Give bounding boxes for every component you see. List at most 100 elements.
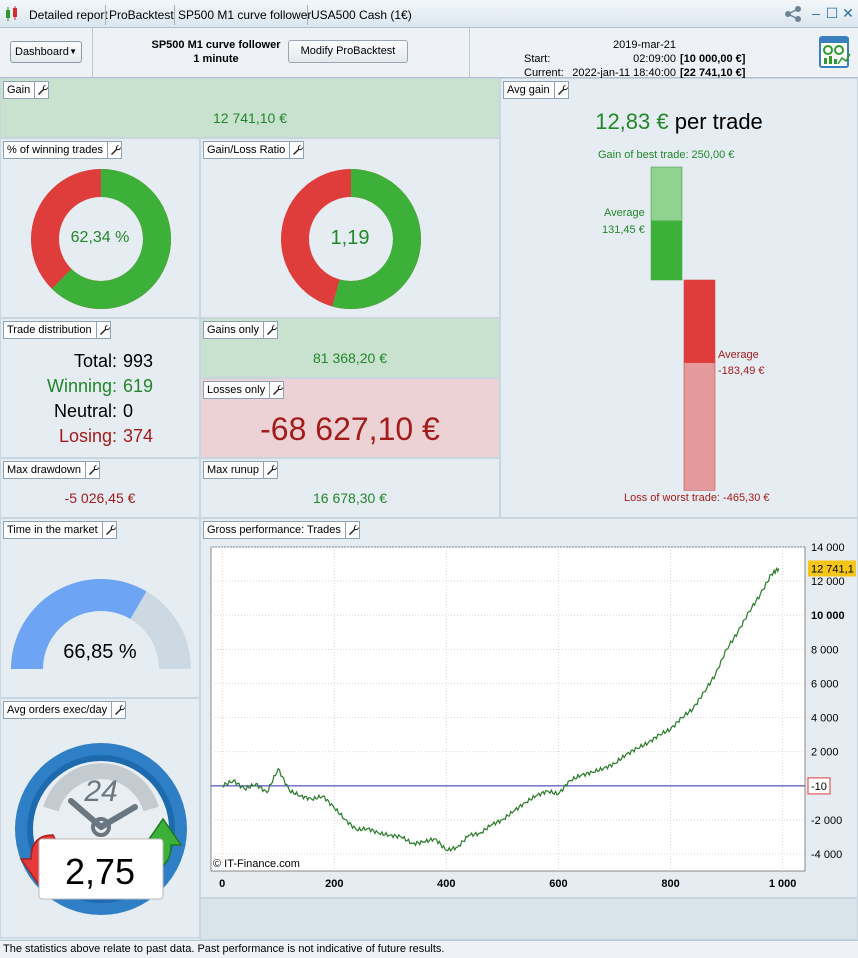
- gross-performance-panel: Gross performance: Trades 14 000 12 000 10…: [200, 518, 858, 898]
- gain-panel: Gain 12 741,10 €: [0, 78, 500, 138]
- time-in-market-value: 66,85 %: [63, 641, 137, 663]
- strategy-timeframe: 1 minute: [193, 53, 239, 65]
- losses-only-title: Losses only: [207, 384, 266, 396]
- losing-row: Losing: 374: [1, 424, 199, 449]
- panel-title: Losses only: [203, 381, 285, 399]
- disclaimer-footer: The statistics above relate to past data…: [0, 940, 858, 958]
- avg-orders-panel: Avg orders exec/day 24 2,75: [0, 698, 200, 938]
- modify-probacktest-button[interactable]: Modify ProBacktest: [288, 40, 408, 63]
- dashboard-label: Dashboard: [15, 46, 69, 58]
- wrench-icon[interactable]: [262, 462, 277, 478]
- divider: [469, 28, 470, 78]
- panel-title: Gains only: [203, 321, 278, 339]
- y-tick-label: 4 000: [811, 713, 839, 725]
- wrench-icon[interactable]: [34, 82, 49, 98]
- panel-title: Avg orders exec/day: [3, 701, 127, 719]
- share-icon[interactable]: [783, 5, 803, 23]
- winning-label: Winning:: [46, 376, 117, 396]
- gains-only-value: 81 368,20 €: [313, 350, 387, 366]
- y-tick-label: 10 000: [811, 610, 845, 622]
- neutral-row: Neutral: 0: [1, 399, 199, 424]
- start-capital: [10 000,00 €]: [680, 53, 746, 65]
- time-in-market-gauge: [11, 579, 191, 669]
- max-runup-value: 16 678,30 €: [313, 490, 387, 506]
- winning-trades-panel: % of winning trades 62,34 %: [0, 138, 200, 318]
- x-tick-label: 600: [549, 878, 567, 890]
- winning-trades-title: % of winning trades: [7, 144, 103, 156]
- tab-detailed-report[interactable]: Detailed report: [26, 5, 111, 25]
- panel-title: Max drawdown: [3, 461, 100, 479]
- neutral-value: 0: [123, 401, 134, 421]
- panel-title: Max runup: [203, 461, 278, 479]
- winning-row: Winning: 619: [1, 374, 199, 399]
- maximize-icon[interactable]: ☐: [825, 4, 839, 22]
- wrench-icon[interactable]: [107, 142, 122, 158]
- y-tick-label: 6 000: [811, 678, 839, 690]
- trade-distribution-title: Trade distribution: [7, 324, 92, 336]
- plot-area: [210, 546, 806, 872]
- time-in-market-panel: Time in the market 66,85 %: [0, 518, 200, 698]
- clock-hours-label: 24: [84, 775, 118, 808]
- wrench-icon[interactable]: [289, 142, 304, 158]
- max-runup-title: Max runup: [207, 464, 259, 476]
- neutral-label: Neutral:: [53, 401, 117, 421]
- y-tick-label: 8 000: [811, 644, 839, 656]
- losing-label: Losing:: [58, 426, 117, 446]
- x-tick-label: 1 000: [769, 878, 797, 890]
- gain-value: 12 741,10 €: [213, 110, 287, 126]
- y-tick-label: -2 000: [811, 815, 842, 827]
- last-value-tag: 12 741,1: [811, 563, 854, 575]
- y-tick-label: -4 000: [811, 849, 842, 861]
- divider: [92, 28, 93, 78]
- tab-strategy[interactable]: SP500 M1 curve follower: [174, 5, 314, 25]
- total-label: Total:: [73, 351, 117, 371]
- y-tick-label: 14 000: [811, 542, 845, 554]
- panel-title: % of winning trades: [3, 141, 122, 159]
- losses-only-panel: Losses only -68 627,10 €: [200, 378, 500, 458]
- panel-title: Gain: [3, 81, 50, 99]
- y-tick-label: 12 000: [811, 576, 845, 588]
- wrench-icon[interactable]: [84, 462, 99, 478]
- max-drawdown-title: Max drawdown: [7, 464, 81, 476]
- trade-distribution-panel: Trade distribution Total: 993 Winning: 619…: [0, 318, 200, 458]
- x-tick-label: 200: [325, 878, 343, 890]
- start-label: Start:: [524, 53, 551, 65]
- minimize-icon[interactable]: –: [809, 4, 823, 22]
- avg-orders-title: Avg orders exec/day: [7, 704, 108, 716]
- x-axis: 0 200 400 600 800 1 000: [219, 878, 796, 890]
- winning-trades-value: 62,34 %: [70, 229, 130, 246]
- candlestick-icon: [6, 6, 17, 21]
- spacer: [200, 898, 858, 940]
- trade-distribution-list: Total: 993 Winning: 619 Neutral: 0 Losing: 3…: [1, 349, 199, 449]
- tab-instrument[interactable]: USA500 Cash (1€): [307, 5, 415, 25]
- wrench-icon[interactable]: [262, 322, 277, 338]
- losses-only-value: -68 627,10 €: [260, 411, 440, 447]
- tab-probacktest[interactable]: ProBacktest: [105, 5, 177, 25]
- wrench-icon[interactable]: [111, 702, 126, 718]
- avg-gain-panel: Avg gain 12,83 € per trade Gain of best …: [500, 78, 858, 518]
- total-value: 993: [123, 351, 154, 371]
- equity-curve-chart[interactable]: 14 000 12 000 10 000 8 000 6 000 4 000 2 000 -2…: [201, 519, 858, 898]
- panel-title: Gain/Loss Ratio: [203, 141, 305, 159]
- strategy-info: SP500 M1 curve follower 1 minute: [140, 38, 292, 66]
- max-drawdown-value: -5 026,45 €: [64, 490, 136, 506]
- gain-loss-ratio-value: 1,19: [330, 227, 370, 249]
- report-header: Dashboard ▼ SP500 M1 curve follower 1 mi…: [0, 28, 858, 80]
- max-runup-panel: Max runup 16 678,30 €: [200, 458, 500, 518]
- close-icon[interactable]: ✕: [841, 4, 855, 22]
- y-axis: 14 000 12 000 10 000 8 000 6 000 4 000 2 000 -2…: [811, 542, 845, 861]
- wrench-icon[interactable]: [269, 382, 284, 398]
- average-win-bar: [651, 220, 682, 280]
- wrench-icon[interactable]: [95, 322, 110, 338]
- x-tick-label: 0: [219, 878, 225, 890]
- title-bar: Detailed report ProBacktest SP500 M1 cur…: [0, 0, 858, 28]
- report-export-icon[interactable]: [818, 34, 852, 70]
- backtest-dates: Start:2019-mar-21 02:09:00 [10 000,00 €] …: [524, 38, 745, 80]
- panel-title: Trade distribution: [3, 321, 111, 339]
- y-tick-label: 2 000: [811, 747, 839, 759]
- gain-title: Gain: [7, 84, 31, 96]
- watermark: © IT-Finance.com: [213, 858, 300, 870]
- gain-loss-ratio-panel: Gain/Loss Ratio 1,19: [200, 138, 500, 318]
- gain-loss-ratio-title: Gain/Loss Ratio: [207, 144, 286, 156]
- dashboard-dropdown[interactable]: Dashboard ▼: [10, 41, 82, 63]
